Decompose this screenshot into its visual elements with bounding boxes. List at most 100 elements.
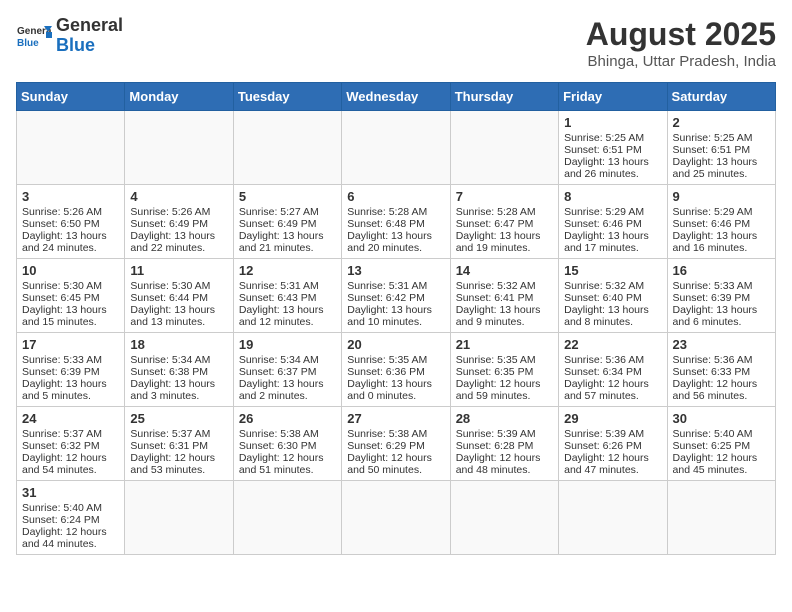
- calendar-week-1: 3 Sunrise: 5:26 AM Sunset: 6:50 PM Daylig…: [17, 185, 776, 259]
- logo: General Blue General Blue: [16, 16, 123, 56]
- day-number: 2: [673, 115, 770, 130]
- day-info: Sunrise: 5:29 AM Sunset: 6:46 PM Dayligh…: [673, 206, 770, 254]
- day-number: 5: [239, 189, 336, 204]
- weekday-header-friday: Friday: [559, 83, 667, 111]
- day-info: Sunrise: 5:25 AM Sunset: 6:51 PM Dayligh…: [673, 132, 770, 180]
- day-number: 29: [564, 411, 661, 426]
- day-number: 17: [22, 337, 119, 352]
- day-number: 4: [130, 189, 227, 204]
- calendar-cell: 8 Sunrise: 5:29 AM Sunset: 6:46 PM Daylig…: [559, 185, 667, 259]
- day-number: 30: [673, 411, 770, 426]
- calendar-week-3: 17 Sunrise: 5:33 AM Sunset: 6:39 PM Dayli…: [17, 333, 776, 407]
- day-number: 15: [564, 263, 661, 278]
- title-area: August 2025 Bhinga, Uttar Pradesh, India: [586, 16, 776, 70]
- calendar-cell: 22 Sunrise: 5:36 AM Sunset: 6:34 PM Dayli…: [559, 333, 667, 407]
- day-number: 11: [130, 263, 227, 278]
- calendar-cell: 14Sunrise: 5:32 AM Sunset: 6:41 PM Dayli…: [450, 259, 558, 333]
- day-number: 28: [456, 411, 553, 426]
- calendar-cell: 3 Sunrise: 5:26 AM Sunset: 6:50 PM Daylig…: [17, 185, 125, 259]
- day-info: Sunrise: 5:39 AM Sunset: 6:28 PM Dayligh…: [456, 428, 553, 476]
- calendar-cell: [342, 481, 450, 555]
- calendar-cell: 16Sunrise: 5:33 AM Sunset: 6:39 PM Dayli…: [667, 259, 775, 333]
- day-number: 25: [130, 411, 227, 426]
- day-number: 9: [673, 189, 770, 204]
- day-info: Sunrise: 5:40 AM Sunset: 6:24 PM Dayligh…: [22, 502, 119, 550]
- day-number: 1: [564, 115, 661, 130]
- calendar-cell: 7Sunrise: 5:28 AM Sunset: 6:47 PM Daylig…: [450, 185, 558, 259]
- calendar-cell: 13 Sunrise: 5:31 AM Sunset: 6:42 PM Dayli…: [342, 259, 450, 333]
- day-info: Sunrise: 5:34 AM Sunset: 6:37 PM Dayligh…: [239, 354, 336, 402]
- calendar-cell: 30 Sunrise: 5:40 AM Sunset: 6:25 PM Dayli…: [667, 407, 775, 481]
- day-info: Sunrise: 5:30 AM Sunset: 6:44 PM Dayligh…: [130, 280, 227, 328]
- day-number: 20: [347, 337, 444, 352]
- day-info: Sunrise: 5:26 AM Sunset: 6:50 PM Dayligh…: [22, 206, 119, 254]
- calendar-week-2: 10 Sunrise: 5:30 AM Sunset: 6:45 PM Dayli…: [17, 259, 776, 333]
- calendar-cell: 20 Sunrise: 5:35 AM Sunset: 6:36 PM Dayli…: [342, 333, 450, 407]
- calendar-cell: 29 Sunrise: 5:39 AM Sunset: 6:26 PM Dayli…: [559, 407, 667, 481]
- day-info: Sunrise: 5:35 AM Sunset: 6:35 PM Dayligh…: [456, 354, 553, 402]
- weekday-header-sunday: Sunday: [17, 83, 125, 111]
- calendar-week-0: 1 Sunrise: 5:25 AM Sunset: 6:51 PM Daylig…: [17, 111, 776, 185]
- calendar-cell: 6Sunrise: 5:28 AM Sunset: 6:48 PM Daylig…: [342, 185, 450, 259]
- day-info: Sunrise: 5:35 AM Sunset: 6:36 PM Dayligh…: [347, 354, 444, 402]
- day-info: Sunrise: 5:33 AM Sunset: 6:39 PM Dayligh…: [22, 354, 119, 402]
- day-info: Sunrise: 5:36 AM Sunset: 6:34 PM Dayligh…: [564, 354, 661, 402]
- calendar-cell: 24 Sunrise: 5:37 AM Sunset: 6:32 PM Dayli…: [17, 407, 125, 481]
- logo-icon: General Blue: [16, 18, 52, 54]
- weekday-header-wednesday: Wednesday: [342, 83, 450, 111]
- day-number: 23: [673, 337, 770, 352]
- weekday-header-row: SundayMondayTuesdayWednesdayThursdayFrid…: [17, 83, 776, 111]
- calendar-week-5: 31 Sunrise: 5:40 AM Sunset: 6:24 PM Dayli…: [17, 481, 776, 555]
- calendar-cell: [450, 111, 558, 185]
- day-info: Sunrise: 5:34 AM Sunset: 6:38 PM Dayligh…: [130, 354, 227, 402]
- calendar-cell: 4 Sunrise: 5:26 AM Sunset: 6:49 PM Daylig…: [125, 185, 233, 259]
- location: Bhinga, Uttar Pradesh, India: [586, 53, 776, 70]
- day-info: Sunrise: 5:39 AM Sunset: 6:26 PM Dayligh…: [564, 428, 661, 476]
- weekday-header-thursday: Thursday: [450, 83, 558, 111]
- calendar-cell: 11 Sunrise: 5:30 AM Sunset: 6:44 PM Dayli…: [125, 259, 233, 333]
- day-number: 10: [22, 263, 119, 278]
- weekday-header-tuesday: Tuesday: [233, 83, 341, 111]
- calendar-cell: [125, 111, 233, 185]
- day-info: Sunrise: 5:38 AM Sunset: 6:30 PM Dayligh…: [239, 428, 336, 476]
- calendar-cell: [233, 111, 341, 185]
- weekday-header-monday: Monday: [125, 83, 233, 111]
- day-number: 22: [564, 337, 661, 352]
- day-number: 24: [22, 411, 119, 426]
- calendar-cell: [559, 481, 667, 555]
- day-number: 12: [239, 263, 336, 278]
- calendar-cell: 12Sunrise: 5:31 AM Sunset: 6:43 PM Dayli…: [233, 259, 341, 333]
- calendar-cell: [17, 111, 125, 185]
- day-number: 19: [239, 337, 336, 352]
- day-number: 13: [347, 263, 444, 278]
- day-number: 8: [564, 189, 661, 204]
- day-info: Sunrise: 5:37 AM Sunset: 6:31 PM Dayligh…: [130, 428, 227, 476]
- calendar-cell: 9 Sunrise: 5:29 AM Sunset: 6:46 PM Daylig…: [667, 185, 775, 259]
- day-info: Sunrise: 5:25 AM Sunset: 6:51 PM Dayligh…: [564, 132, 661, 180]
- day-info: Sunrise: 5:30 AM Sunset: 6:45 PM Dayligh…: [22, 280, 119, 328]
- day-number: 31: [22, 485, 119, 500]
- calendar-cell: 17 Sunrise: 5:33 AM Sunset: 6:39 PM Dayli…: [17, 333, 125, 407]
- calendar-cell: [342, 111, 450, 185]
- day-info: Sunrise: 5:28 AM Sunset: 6:48 PM Dayligh…: [347, 206, 444, 254]
- day-info: Sunrise: 5:32 AM Sunset: 6:41 PM Dayligh…: [456, 280, 553, 328]
- calendar-cell: 19 Sunrise: 5:34 AM Sunset: 6:37 PM Dayli…: [233, 333, 341, 407]
- day-info: Sunrise: 5:29 AM Sunset: 6:46 PM Dayligh…: [564, 206, 661, 254]
- day-info: Sunrise: 5:40 AM Sunset: 6:25 PM Dayligh…: [673, 428, 770, 476]
- day-info: Sunrise: 5:27 AM Sunset: 6:49 PM Dayligh…: [239, 206, 336, 254]
- day-info: Sunrise: 5:31 AM Sunset: 6:42 PM Dayligh…: [347, 280, 444, 328]
- day-number: 21: [456, 337, 553, 352]
- day-number: 27: [347, 411, 444, 426]
- calendar-cell: 5 Sunrise: 5:27 AM Sunset: 6:49 PM Daylig…: [233, 185, 341, 259]
- day-info: Sunrise: 5:26 AM Sunset: 6:49 PM Dayligh…: [130, 206, 227, 254]
- weekday-header-saturday: Saturday: [667, 83, 775, 111]
- day-number: 3: [22, 189, 119, 204]
- day-info: Sunrise: 5:38 AM Sunset: 6:29 PM Dayligh…: [347, 428, 444, 476]
- calendar-cell: 2 Sunrise: 5:25 AM Sunset: 6:51 PM Daylig…: [667, 111, 775, 185]
- logo-text: General Blue: [56, 16, 123, 56]
- day-number: 26: [239, 411, 336, 426]
- calendar-cell: [450, 481, 558, 555]
- calendar-week-4: 24 Sunrise: 5:37 AM Sunset: 6:32 PM Dayli…: [17, 407, 776, 481]
- day-info: Sunrise: 5:37 AM Sunset: 6:32 PM Dayligh…: [22, 428, 119, 476]
- day-info: Sunrise: 5:28 AM Sunset: 6:47 PM Dayligh…: [456, 206, 553, 254]
